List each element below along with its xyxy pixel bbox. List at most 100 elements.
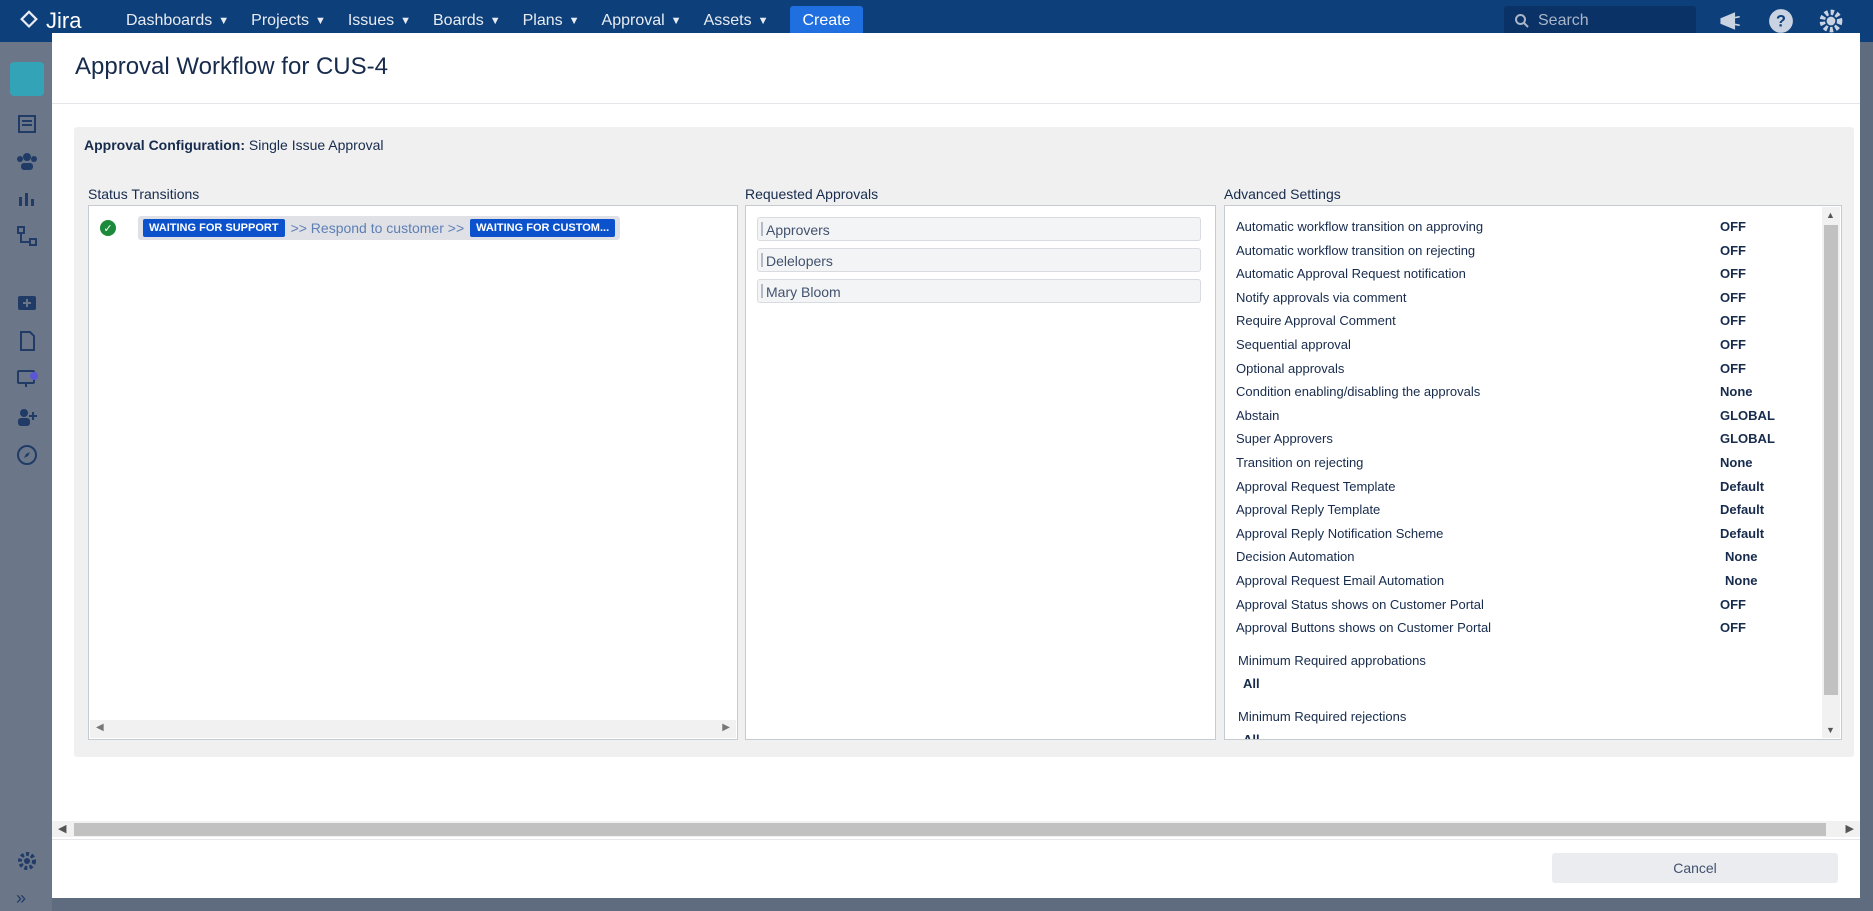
raise-request-icon[interactable] — [16, 292, 38, 314]
setting-row: Decision Automation None — [1236, 549, 1776, 564]
setting-value: OFF — [1720, 620, 1746, 636]
channels-icon[interactable] — [16, 368, 38, 390]
invite-team-icon[interactable] — [16, 406, 38, 428]
expand-sidebar-icon[interactable]: » — [16, 888, 38, 910]
min-approbations-label: Minimum Required approbations — [1238, 653, 1426, 668]
transitions-horizontal-scrollbar[interactable]: ◀ ▶ — [90, 720, 736, 738]
setting-row: Approval Status shows on Customer Portal… — [1236, 597, 1776, 612]
scroll-thumb[interactable] — [1824, 225, 1838, 695]
scroll-left-icon[interactable]: ◀ — [58, 822, 66, 835]
min-rejections-label: Minimum Required rejections — [1238, 709, 1407, 724]
menu-plans[interactable]: Plans ▼ — [523, 12, 580, 30]
setting-label: Sequential approval — [1236, 337, 1351, 352]
setting-label: Transition on rejecting — [1236, 455, 1364, 470]
chevron-down-icon: ▼ — [489, 15, 501, 27]
menu-label: Assets — [703, 12, 752, 29]
workflow-icon[interactable] — [16, 225, 38, 247]
create-button[interactable]: Create — [790, 6, 863, 36]
setting-row: Notify approvals via comment OFF — [1236, 290, 1776, 305]
setting-value: None — [1725, 573, 1758, 588]
scroll-up-icon[interactable]: ▲ — [1826, 210, 1835, 220]
setting-label: Automatic workflow transition on approvi… — [1236, 219, 1484, 234]
setting-label: Abstain — [1236, 407, 1280, 423]
svg-text:?: ? — [1776, 12, 1786, 30]
menu-boards[interactable]: Boards ▼ — [433, 12, 501, 30]
megaphone-icon[interactable] — [1718, 8, 1744, 34]
menu-approval[interactable]: Approval ▼ — [602, 12, 682, 30]
setting-row: Optional approvals OFF — [1236, 361, 1776, 376]
menu-issues[interactable]: Issues ▼ — [348, 12, 411, 30]
status-transitions-heading: Status Transitions — [88, 186, 200, 202]
settings-vertical-scrollbar[interactable]: ▲ ▼ — [1822, 207, 1840, 738]
page-icon[interactable] — [16, 330, 38, 352]
chevron-down-icon: ▼ — [568, 15, 580, 27]
setting-value: GLOBAL — [1720, 407, 1775, 423]
setting-row: Condition enabling/disabling the approva… — [1236, 384, 1776, 399]
scroll-thumb[interactable] — [74, 823, 1826, 836]
setting-value: OFF — [1720, 360, 1746, 376]
setting-label: Super Approvers — [1236, 431, 1333, 447]
scroll-right-icon[interactable]: ▶ — [722, 722, 730, 733]
approval-item-mary-bloom[interactable]: Mary Bloom — [757, 279, 1201, 303]
config-value: Single Issue Approval — [248, 137, 384, 153]
setting-row: Approval Reply Notification Scheme Defaul… — [1236, 526, 1776, 541]
to-status-lozenge: WAITING FOR CUSTOM... — [470, 219, 616, 237]
setting-label: Optional approvals — [1236, 360, 1345, 376]
setting-value: Default — [1720, 525, 1765, 541]
approval-configuration: Approval Configuration: Single Issue App… — [84, 137, 384, 153]
setting-label: Decision Automation — [1236, 549, 1355, 565]
jira-icon — [20, 10, 38, 29]
scroll-left-icon[interactable]: ◀ — [96, 722, 104, 733]
setting-value: OFF — [1720, 313, 1746, 329]
setting-row: Approval Request Template Default — [1236, 479, 1776, 494]
setting-label: Approval Request Email Automation — [1236, 573, 1445, 588]
queues-icon[interactable] — [16, 113, 38, 135]
setting-row: Approval Buttons shows on Customer Porta… — [1236, 620, 1776, 635]
chevron-down-icon: ▼ — [218, 15, 230, 27]
jira-logo[interactable]: Jira — [18, 8, 81, 34]
setting-label: Approval Buttons shows on Customer Porta… — [1236, 620, 1492, 636]
customers-icon[interactable] — [16, 150, 38, 172]
search-input[interactable]: Search — [1504, 6, 1696, 36]
status-transitions-box: ✓ WAITING FOR SUPPORT >> Respond to cust… — [88, 205, 738, 740]
setting-value: OFF — [1720, 289, 1746, 305]
scroll-right-icon[interactable]: ▶ — [1846, 822, 1854, 835]
workflow-panel: Approval Configuration: Single Issue App… — [74, 127, 1854, 757]
approval-item-delelopers[interactable]: Delelopers — [757, 248, 1201, 272]
requested-approvals-heading: Requested Approvals — [745, 186, 879, 202]
setting-label: Notify approvals via comment — [1236, 289, 1407, 305]
menu-label: Projects — [251, 12, 309, 29]
scroll-down-icon[interactable]: ▼ — [1826, 725, 1835, 735]
menu-label: Issues — [347, 12, 395, 29]
chevron-down-icon: ▼ — [670, 15, 682, 27]
setting-value: OFF — [1720, 242, 1746, 258]
setting-label: Automatic workflow transition on rejecti… — [1236, 242, 1476, 258]
setting-row: Transition on rejecting None — [1236, 455, 1776, 470]
setting-row: Automatic workflow transition on approvi… — [1236, 219, 1776, 234]
setting-value: OFF — [1720, 266, 1746, 282]
transition-item[interactable]: WAITING FOR SUPPORT >> Respond to custom… — [138, 216, 621, 240]
setting-row: Require Approval Comment OFF — [1236, 313, 1776, 328]
cancel-button[interactable]: Cancel — [1552, 853, 1838, 883]
help-icon[interactable]: ? — [1768, 8, 1794, 34]
setting-label: Approval Request Template — [1236, 478, 1396, 494]
setting-row: Automatic workflow transition on rejecti… — [1236, 243, 1776, 258]
compass-icon[interactable] — [16, 444, 38, 466]
advanced-settings-box: Automatic workflow transition on approvi… — [1224, 205, 1842, 740]
setting-value: GLOBAL — [1720, 431, 1775, 447]
project-avatar[interactable] — [10, 62, 44, 96]
menu-projects[interactable]: Projects ▼ — [251, 12, 326, 30]
menu-dashboards[interactable]: Dashboards ▼ — [126, 12, 229, 30]
menu-assets[interactable]: Assets ▼ — [704, 12, 769, 30]
approval-item-approvers[interactable]: Approvers — [757, 217, 1201, 241]
setting-label: Approval Reply Notification Scheme — [1236, 525, 1444, 541]
project-settings-icon[interactable] — [16, 850, 38, 872]
setting-label: Condition enabling/disabling the approva… — [1236, 384, 1481, 400]
reports-icon[interactable] — [16, 187, 38, 209]
setting-value: None — [1725, 549, 1758, 565]
settings-gear-icon[interactable] — [1818, 8, 1844, 34]
setting-label: Automatic Approval Request notification — [1236, 266, 1466, 282]
dialog-horizontal-scrollbar[interactable]: ◀ ▶ — [52, 821, 1860, 837]
chevron-down-icon: ▼ — [400, 15, 411, 27]
menu-label: Dashboards — [126, 12, 213, 29]
